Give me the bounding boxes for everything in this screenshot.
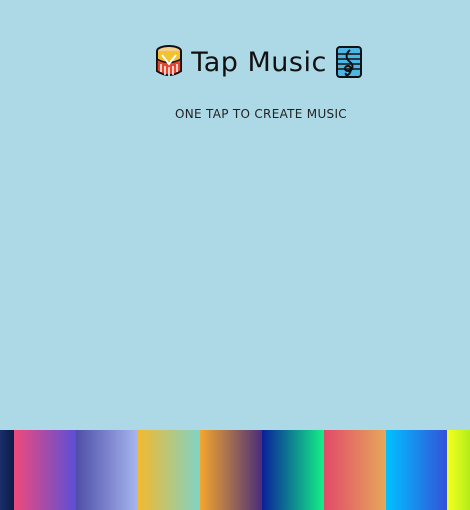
sound-pad-7[interactable]: [324, 430, 386, 510]
header: Tap Music: [0, 44, 470, 80]
sound-pad-2[interactable]: [14, 430, 76, 510]
treble-clef-icon: [335, 44, 363, 80]
sound-pad-5[interactable]: [200, 430, 262, 510]
drum-icon: [155, 44, 183, 80]
sound-pad-8[interactable]: [386, 430, 447, 510]
app-screen: Tap Music ONE TAP TO CREATE MUSIC: [0, 0, 470, 510]
tagline: ONE TAP TO CREATE MUSIC: [175, 107, 347, 121]
sound-pad-9[interactable]: [447, 430, 470, 510]
sound-pad-bar: [0, 430, 470, 510]
sound-pad-3[interactable]: [76, 430, 138, 510]
sound-pad-1[interactable]: [0, 430, 14, 510]
app-title: Tap Music: [191, 46, 327, 78]
sound-pad-4[interactable]: [138, 430, 200, 510]
sound-pad-6[interactable]: [262, 430, 324, 510]
title-row: Tap Music: [155, 44, 363, 80]
